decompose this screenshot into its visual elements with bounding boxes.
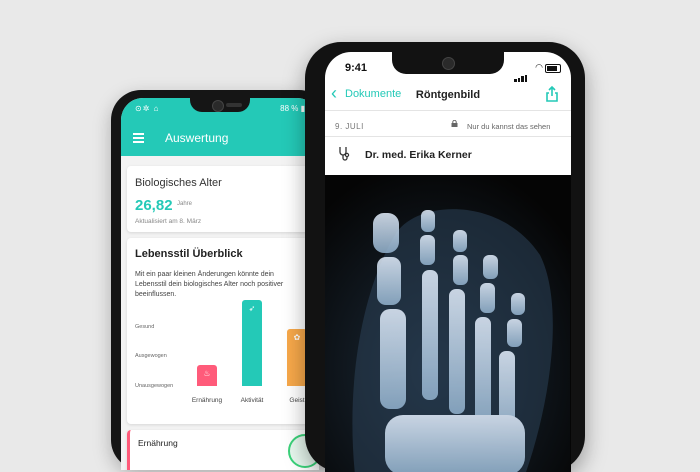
level-label-balanced: Ausgewogen (135, 353, 167, 359)
lifestyle-description: Mit ein paar kleinen Änderungen könnte d… (135, 271, 284, 298)
speaker-icon (226, 103, 242, 107)
back-phone-screen: ⊙✲ ⌂ 88 % ▮ Auswertung Biologisches Alte… (121, 98, 319, 470)
xray-image[interactable] (325, 175, 571, 472)
wifi-icon: ◠ (535, 62, 543, 72)
lifestyle-title: Lebensstil Überblick (135, 248, 243, 260)
camera-icon (212, 100, 224, 112)
lock-icon (451, 120, 458, 127)
brain-icon: ✿ (293, 333, 301, 342)
doctor-name: Dr. med. Erika Kerner (365, 149, 472, 161)
food-icon: ♨ (203, 369, 211, 378)
lifestyle-bar-label-1: Ernährung (191, 397, 223, 404)
share-icon[interactable] (545, 86, 559, 102)
app-bar: Auswertung (121, 120, 319, 156)
stethoscope-icon (339, 147, 350, 161)
front-phone-screen: 9:41 ◠ ‹ Dokumente Röntgenbild 9. JULI N… (325, 52, 571, 472)
status-icons-left: ⊙✲ ⌂ (135, 104, 160, 113)
menu-icon[interactable] (133, 133, 144, 145)
lifestyle-bar-1[interactable]: ♨ (197, 365, 217, 386)
level-label-unbalanced: Unausgewogen (135, 383, 174, 389)
bio-age-title: Biologisches Alter (135, 177, 222, 189)
nutrition-card[interactable]: Ernährung (127, 430, 319, 470)
divider (325, 110, 571, 111)
camera-icon (442, 57, 455, 70)
nutrition-title: Ernährung (138, 438, 178, 448)
nav-title: Röntgenbild (415, 89, 481, 101)
back-phone: ⊙✲ ⌂ 88 % ▮ Auswertung Biologisches Alte… (111, 90, 329, 470)
lifestyle-bar-label-2: Aktivität (240, 397, 264, 404)
status-time: 9:41 (345, 62, 368, 74)
bio-age-unit: Jahre (177, 201, 193, 207)
bio-age-value: 26,82 (135, 197, 173, 214)
lifestyle-card[interactable]: Lebensstil Überblick Mit ein paar kleine… (127, 238, 319, 424)
battery-status: 88 % ▮ (280, 104, 305, 113)
divider (325, 136, 571, 137)
battery-icon (545, 64, 561, 73)
foot-xray-image (325, 175, 570, 472)
camera-notch (392, 52, 504, 74)
privacy-note: Nur du kannst das sehen (467, 122, 551, 131)
front-phone: 9:41 ◠ ‹ Dokumente Röntgenbild 9. JULI N… (305, 42, 585, 472)
shoe-icon: ➶ (248, 304, 256, 313)
page-title: Auswertung (165, 131, 229, 145)
signal-icon (514, 64, 528, 82)
bio-age-card[interactable]: Biologisches Alter 26,82 Jahre Aktualisi… (127, 166, 317, 232)
bio-age-updated: Aktualisiert am 8. März (135, 218, 202, 225)
document-date: 9. JULI (335, 122, 364, 131)
level-label-healthy: Gesund (135, 324, 155, 330)
camera-notch (190, 98, 250, 112)
lifestyle-bar-2[interactable]: ➶ (242, 300, 262, 386)
lifestyle-bar-3[interactable]: ✿ (287, 329, 307, 386)
